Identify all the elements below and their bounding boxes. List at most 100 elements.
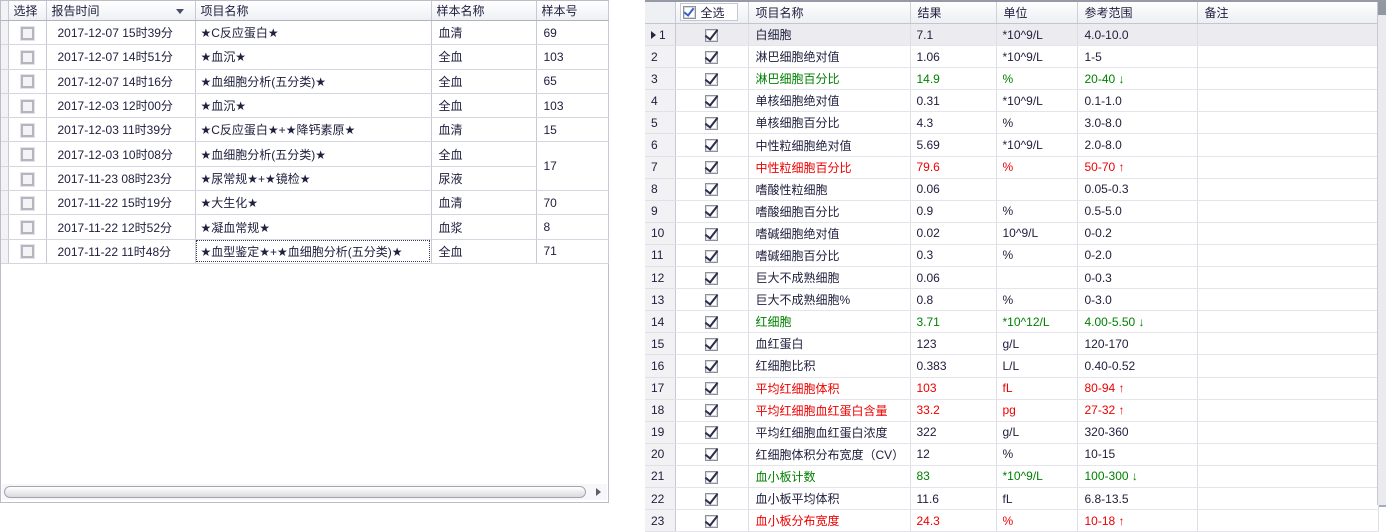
column-header-sample-no[interactable]: 样本号	[536, 1, 608, 21]
row-checkbox[interactable]	[705, 228, 718, 241]
row-checkbox[interactable]	[705, 117, 718, 130]
report-row[interactable]: 2017-11-22 11时48分★血型鉴定★+★血细胞分析(五分类)★全血71	[1, 239, 608, 263]
remark	[1197, 178, 1378, 200]
result-row[interactable]: 20红细胞体积分布宽度（CV）12%10-15	[645, 443, 1378, 465]
horizontal-scrollbar[interactable]	[2, 484, 607, 500]
row-checkbox[interactable]	[705, 515, 718, 528]
row-checkbox[interactable]	[705, 161, 718, 174]
row-checkbox[interactable]	[21, 27, 34, 40]
result-item-name: 嗜碱细胞绝对值	[748, 222, 910, 244]
row-number: 19	[645, 421, 675, 443]
column-header-unit[interactable]: 单位	[996, 2, 1077, 24]
row-checkbox[interactable]	[21, 51, 34, 64]
report-row[interactable]: 2017-11-22 12时52分★凝血常规★血浆8	[1, 215, 608, 239]
report-row[interactable]: 2017-11-23 08时23分★尿常规★+★镜检★尿液	[1, 166, 608, 190]
column-header-range[interactable]: 参考范围	[1077, 2, 1197, 24]
row-checkbox[interactable]	[705, 360, 718, 373]
vertical-scrollbar[interactable]	[1377, 2, 1386, 505]
column-header-remark[interactable]: 备注	[1197, 2, 1378, 24]
result-row[interactable]: 1白细胞7.1*10^9/L4.0-10.0	[645, 24, 1378, 46]
row-checkbox[interactable]	[21, 124, 34, 137]
column-header-select[interactable]: 选择	[8, 1, 46, 21]
result-row[interactable]: 2淋巴细胞绝对值1.06*10^9/L1-5	[645, 46, 1378, 68]
row-checkbox[interactable]	[705, 205, 718, 218]
row-checkbox[interactable]	[705, 404, 718, 417]
row-checkbox[interactable]	[705, 183, 718, 196]
sort-desc-icon	[176, 9, 184, 14]
reference-range: 320-360	[1077, 421, 1197, 443]
result-row[interactable]: 18平均红细胞血红蛋白含量33.2pg27-32 ↑	[645, 399, 1378, 421]
sample-no: 8	[536, 215, 608, 239]
result-item-name: 淋巴细胞绝对值	[748, 46, 910, 68]
row-checkbox[interactable]	[21, 197, 34, 210]
result-row[interactable]: 6中性粒细胞绝对值5.69*10^9/L2.0-8.0	[645, 134, 1378, 156]
remark	[1197, 443, 1378, 465]
select-all-checkbox[interactable]	[683, 6, 696, 19]
row-checkbox[interactable]	[705, 272, 718, 285]
row-checkbox[interactable]	[705, 73, 718, 86]
result-row[interactable]: 21血小板计数83*10^9/L100-300 ↓	[645, 465, 1378, 487]
result-row[interactable]: 8嗜酸性粒细胞0.060.05-0.3	[645, 178, 1378, 200]
result-row[interactable]: 16红细胞比积0.383L/L0.40-0.52	[645, 355, 1378, 377]
sample-no: 69	[536, 21, 608, 45]
result-row[interactable]: 19平均红细胞血红蛋白浓度322g/L320-360	[645, 421, 1378, 443]
result-row[interactable]: 13巨大不成熟细胞%0.8%0-3.0	[645, 289, 1378, 311]
column-header-result[interactable]: 结果	[910, 2, 996, 24]
report-row[interactable]: 2017-12-03 10时08分★血细胞分析(五分类)★全血17	[1, 142, 608, 166]
column-header-sample-name[interactable]: 样本名称	[431, 1, 536, 21]
row-checkbox[interactable]	[705, 493, 718, 506]
row-checkbox[interactable]	[705, 139, 718, 152]
report-row[interactable]: 2017-12-07 15时39分★C反应蛋白★血清69	[1, 21, 608, 45]
report-row[interactable]: 2017-12-07 14时51分★血沉★全血103	[1, 45, 608, 69]
sample-name: 全血	[431, 93, 536, 117]
report-row[interactable]: 2017-12-03 11时39分★C反应蛋白★+★降钙素原★血清15	[1, 118, 608, 142]
result-row[interactable]: 12巨大不成熟细胞0.060-0.3	[645, 267, 1378, 289]
row-checkbox[interactable]	[21, 100, 34, 113]
row-checkbox[interactable]	[21, 221, 34, 234]
result-row[interactable]: 14红细胞3.71*10^12/L4.00-5.50 ↓	[645, 311, 1378, 333]
result-row[interactable]: 22血小板平均体积11.6fL6.8-13.5	[645, 487, 1378, 509]
result-value: 1.06	[910, 46, 996, 68]
result-row[interactable]: 10嗜碱细胞绝对值0.0210^9/L0-0.2	[645, 222, 1378, 244]
column-header-item-name[interactable]: 项目名称	[748, 2, 910, 24]
row-checkbox[interactable]	[705, 95, 718, 108]
result-row[interactable]: 4单核细胞绝对值0.31*10^9/L0.1-1.0	[645, 90, 1378, 112]
row-checkbox[interactable]	[705, 338, 718, 351]
row-checkbox[interactable]	[705, 316, 718, 329]
row-select-cell	[675, 222, 748, 244]
row-number: 12	[645, 267, 675, 289]
row-checkbox[interactable]	[21, 75, 34, 88]
result-row[interactable]: 9嗜酸细胞百分比0.9%0.5-5.0	[645, 200, 1378, 222]
report-row[interactable]: 2017-12-03 12时00分★血沉★全血103	[1, 93, 608, 117]
column-header-report-time[interactable]: 报告时间	[46, 1, 195, 21]
result-row[interactable]: 23血小板分布宽度24.3%10-18 ↑	[645, 510, 1378, 532]
row-checkbox[interactable]	[705, 471, 718, 484]
row-checkbox[interactable]	[21, 245, 34, 258]
result-row[interactable]: 15血红蛋白123g/L120-170	[645, 333, 1378, 355]
result-row[interactable]: 5单核细胞百分比4.3%3.0-8.0	[645, 112, 1378, 134]
row-checkbox[interactable]	[705, 426, 718, 439]
result-row[interactable]: 7中性粒细胞百分比79.6%50-70 ↑	[645, 156, 1378, 178]
row-checkbox[interactable]	[705, 382, 718, 395]
row-checkbox[interactable]	[705, 294, 718, 307]
result-row[interactable]: 11嗜碱细胞百分比0.3%0-2.0	[645, 244, 1378, 266]
column-header-item-name[interactable]: 项目名称	[195, 1, 431, 21]
report-time: 2017-12-03 12时00分	[46, 93, 195, 117]
scrollbar-thumb[interactable]	[4, 486, 586, 498]
remark	[1197, 200, 1378, 222]
result-row[interactable]: 3淋巴细胞百分比14.9%20-40 ↓	[645, 68, 1378, 90]
scroll-right-button[interactable]	[591, 485, 606, 499]
result-row[interactable]: 17平均红细胞体积103fL80-94 ↑	[645, 377, 1378, 399]
report-list-panel: 选择 报告时间 项目名称 样本名称 样本号 2017-12-07 15时39分★…	[0, 0, 609, 503]
result-value: 123	[910, 333, 996, 355]
sample-no: 70	[536, 191, 608, 215]
row-checkbox[interactable]	[705, 29, 718, 42]
row-checkbox[interactable]	[705, 51, 718, 64]
result-item-name: 红细胞体积分布宽度（CV）	[748, 443, 910, 465]
row-checkbox[interactable]	[21, 148, 34, 161]
row-checkbox[interactable]	[705, 448, 718, 461]
report-row[interactable]: 2017-11-22 15时19分★大生化★血清70	[1, 191, 608, 215]
row-checkbox[interactable]	[21, 173, 34, 186]
report-row[interactable]: 2017-12-07 14时16分★血细胞分析(五分类)★全血65	[1, 69, 608, 93]
row-checkbox[interactable]	[705, 250, 718, 263]
